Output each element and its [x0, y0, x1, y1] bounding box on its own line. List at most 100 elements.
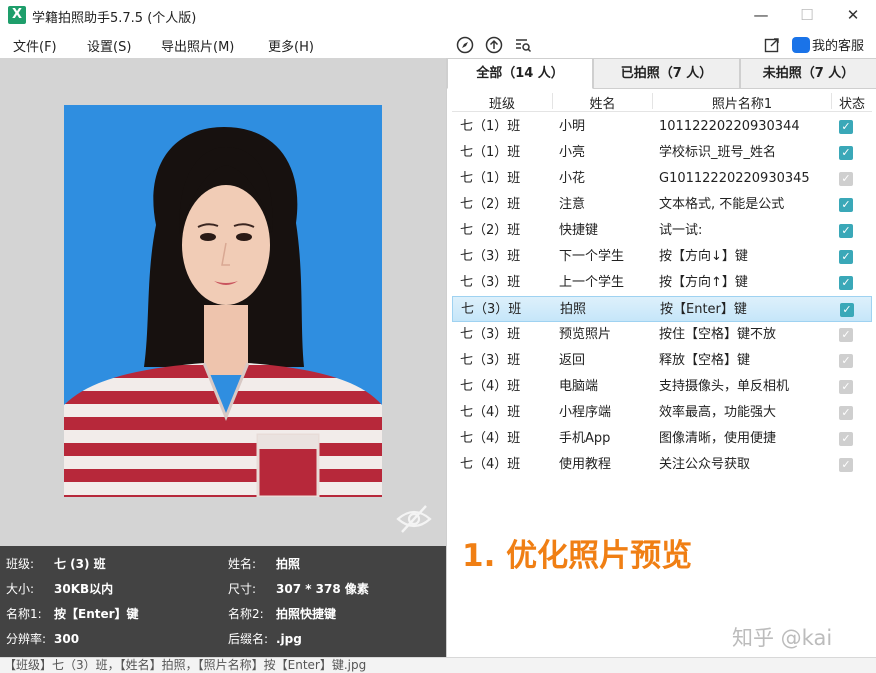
status-checkbox[interactable]: ✓	[839, 120, 853, 134]
table-row[interactable]: 七（2）班 注意 文本格式, 不能是公式 ✓	[452, 192, 872, 218]
cell-name: 上一个学生	[559, 275, 625, 290]
cell-photo-name: 学校标识_班号_姓名	[659, 145, 777, 160]
close-button[interactable]: ✕	[830, 0, 876, 30]
app-logo-icon: X	[8, 6, 26, 24]
customer-service-button[interactable]: 我的客服	[792, 35, 864, 54]
cell-class: 七（4）班	[460, 379, 521, 394]
cell-name: 拍照	[560, 302, 587, 317]
info-dimensions: 尺寸: 307 * 378 像素	[228, 582, 369, 596]
table-header: 班级 姓名 照片名称1 状态	[452, 91, 872, 112]
cell-class: 七（3）班	[460, 249, 521, 264]
search-list-icon[interactable]	[514, 36, 532, 54]
title-bar: X 学籍拍照助手5.7.5 (个人版) — ☐ ✕	[0, 0, 876, 31]
cell-name: 小明	[559, 119, 586, 134]
cell-photo-name: 按【方向↓】键	[659, 249, 748, 264]
table-row[interactable]: 七（4）班 手机App 图像清晰，使用便捷 ✓	[452, 426, 872, 452]
tab-all[interactable]: 全部（14 人）	[447, 58, 593, 89]
table-row[interactable]: 七（3）班 返回 释放【空格】键 ✓	[452, 348, 872, 374]
status-checkbox[interactable]: ✓	[839, 224, 853, 238]
customer-service-label: 我的客服	[812, 39, 865, 54]
watermark: 知乎 @kai	[732, 626, 833, 650]
status-checkbox[interactable]: ✓	[839, 198, 853, 212]
minimize-button[interactable]: —	[738, 0, 784, 30]
info-resolution: 分辨率: 300	[6, 632, 80, 646]
cell-photo-name: 图像清晰，使用便捷	[659, 431, 777, 446]
tab-photographed[interactable]: 已拍照（7 人）	[593, 58, 740, 89]
info-extension: 后缀名: .jpg	[228, 632, 302, 646]
table-row[interactable]: 七（4）班 电脑端 支持摄像头，单反相机 ✓	[452, 374, 872, 400]
status-checkbox[interactable]: ✓	[840, 303, 854, 317]
column-header-name[interactable]: 姓名	[553, 93, 652, 112]
status-checkbox[interactable]: ✓	[839, 146, 853, 160]
status-checkbox[interactable]: ✓	[839, 250, 853, 264]
cell-photo-name: 按【方向↑】键	[659, 275, 748, 290]
maximize-button[interactable]: ☐	[784, 0, 830, 30]
cell-photo-name: 10112220220930344	[659, 119, 800, 134]
external-link-icon[interactable]	[763, 36, 781, 54]
hide-preview-eye-icon[interactable]	[394, 502, 434, 536]
table-row[interactable]: 七（3）班 下一个学生 按【方向↓】键 ✓	[452, 244, 872, 270]
status-bar: 【班级】七（3）班，【姓名】拍照，【照片名称】按【Enter】键.jpg	[0, 657, 876, 673]
cell-class: 七（3）班	[460, 275, 521, 290]
cell-name: 下一个学生	[559, 249, 625, 264]
table-row[interactable]: 七（2）班 快捷键 试一试: ✓	[452, 218, 872, 244]
cell-name: 预览照片	[559, 327, 612, 342]
status-checkbox[interactable]: ✓	[839, 328, 853, 342]
cell-class: 七（4）班	[460, 457, 521, 472]
table-row[interactable]: 七（1）班 小亮 学校标识_班号_姓名 ✓	[452, 140, 872, 166]
compass-icon[interactable]	[456, 36, 474, 54]
cell-class: 七（1）班	[460, 145, 521, 160]
status-checkbox[interactable]: ✓	[839, 432, 853, 446]
column-header-status[interactable]: 状态	[832, 93, 872, 112]
menu-file[interactable]: 文件(F)	[13, 36, 57, 55]
window-title: 学籍拍照助手5.7.5 (个人版)	[32, 11, 197, 26]
cell-class: 七（1）班	[460, 119, 521, 134]
cell-photo-name: G10112220220930345	[659, 171, 810, 186]
column-header-photo-name[interactable]: 照片名称1	[653, 93, 831, 112]
cell-photo-name: 按【Enter】键	[660, 302, 747, 317]
cell-class: 七（1）班	[460, 171, 521, 186]
cell-photo-name: 效率最高，功能强大	[659, 405, 777, 420]
column-header-class[interactable]: 班级	[452, 93, 552, 112]
cell-class: 七（2）班	[460, 223, 521, 238]
status-checkbox[interactable]: ✓	[839, 276, 853, 290]
info-class: 班级: 七 (3) 班	[6, 557, 106, 571]
cell-class: 七（3）班	[461, 302, 522, 317]
student-photo	[64, 105, 382, 497]
feature-caption: 1. 优化照片预览	[462, 538, 693, 574]
photo-info-panel: 班级: 七 (3) 班 姓名: 拍照 大小: 30KB以内 尺寸: 307 * …	[0, 546, 446, 657]
table-row[interactable]: 七（4）班 小程序端 效率最高，功能强大 ✓	[452, 400, 872, 426]
info-size: 大小: 30KB以内	[6, 582, 114, 596]
wechat-icon	[792, 36, 810, 53]
status-checkbox[interactable]: ✓	[839, 354, 853, 368]
cell-class: 七（2）班	[460, 197, 521, 212]
status-checkbox[interactable]: ✓	[839, 380, 853, 394]
info-name1: 名称1: 按【Enter】键	[6, 607, 139, 621]
tab-not-photographed[interactable]: 未拍照（7 人）	[740, 58, 876, 89]
table-row[interactable]: 七（3）班 拍照 按【Enter】键 ✓	[452, 296, 872, 322]
table-row[interactable]: 七（1）班 小花 G10112220220930345 ✓	[452, 166, 872, 192]
cell-photo-name: 支持摄像头，单反相机	[659, 379, 790, 394]
menu-more[interactable]: 更多(H)	[268, 36, 314, 55]
info-name: 姓名: 拍照	[228, 557, 301, 571]
table-row[interactable]: 七（3）班 上一个学生 按【方向↑】键 ✓	[452, 270, 872, 296]
cell-name: 快捷键	[559, 223, 599, 238]
cell-name: 手机App	[559, 431, 611, 446]
cell-photo-name: 试一试:	[659, 223, 703, 238]
table-row[interactable]: 七（1）班 小明 10112220220930344 ✓	[452, 114, 872, 140]
status-checkbox[interactable]: ✓	[839, 172, 853, 186]
status-checkbox[interactable]: ✓	[839, 458, 853, 472]
table-row[interactable]: 七（4）班 使用教程 关注公众号获取 ✓	[452, 452, 872, 478]
table-row[interactable]: 七（3）班 预览照片 按住【空格】键不放 ✓	[452, 322, 872, 348]
cell-name: 小花	[559, 171, 586, 186]
cell-name: 电脑端	[559, 379, 599, 394]
cell-class: 七（4）班	[460, 431, 521, 446]
status-checkbox[interactable]: ✓	[839, 406, 853, 420]
cell-photo-name: 按住【空格】键不放	[659, 327, 777, 342]
upload-icon[interactable]	[485, 36, 503, 54]
cell-name: 使用教程	[559, 457, 612, 472]
menu-export-photos[interactable]: 导出照片(M)	[161, 36, 234, 55]
menu-settings[interactable]: 设置(S)	[87, 36, 131, 55]
cell-photo-name: 释放【空格】键	[659, 353, 751, 368]
cell-photo-name: 文本格式, 不能是公式	[659, 197, 785, 212]
